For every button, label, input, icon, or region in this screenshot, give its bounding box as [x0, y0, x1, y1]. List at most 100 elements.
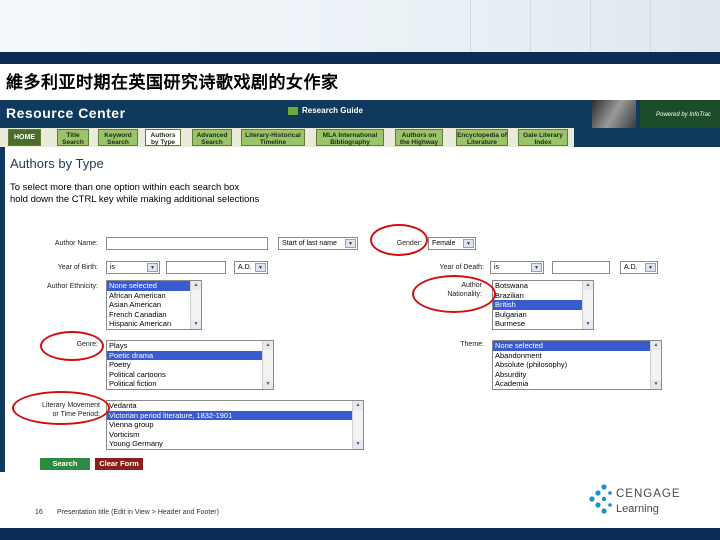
search-form: Authors by Type To select more than one …: [0, 147, 720, 472]
gender-select[interactable]: Female ▼: [428, 237, 476, 250]
list-item[interactable]: Young Germany: [107, 439, 363, 449]
scrollbar[interactable]: ▲ ▼: [352, 401, 363, 449]
list-item[interactable]: Botswana: [493, 281, 593, 291]
nav-authors-highway[interactable]: Authors on the Highway: [395, 129, 443, 146]
chevron-down-icon: ▼: [147, 263, 158, 272]
list-item[interactable]: Political cartoons: [107, 370, 273, 380]
search-button[interactable]: Search: [40, 458, 90, 470]
list-item[interactable]: Brazilian: [493, 291, 593, 301]
logo-sub: Learning: [616, 503, 659, 515]
nav-title-search[interactable]: Title Search: [57, 129, 89, 146]
instructions: To select more than one option within ea…: [10, 182, 259, 206]
scroll-down-icon: ▼: [583, 320, 593, 329]
birth-year-input[interactable]: [166, 261, 226, 274]
scroll-up-icon: ▲: [353, 401, 363, 410]
death-year-input[interactable]: [552, 261, 610, 274]
scroll-down-icon: ▼: [353, 440, 363, 449]
slide-title: 維多利亚时期在英国研究诗歌戏剧的女作家: [6, 73, 339, 93]
chevron-down-icon: ▼: [463, 239, 474, 248]
nav-bar: HOME Title Search Keyword Search Authors…: [0, 128, 574, 147]
nav-authors-by-type[interactable]: Authors by Type: [145, 129, 181, 146]
nav-encyclopedia[interactable]: Encyclopedia of Literature: [456, 129, 508, 146]
highlight-circle-gender: [370, 224, 428, 256]
scrollbar[interactable]: ▲ ▼: [262, 341, 273, 389]
app-header: Resource Center Research Guide Powered b…: [0, 100, 720, 128]
clear-form-button[interactable]: Clear Form: [95, 458, 143, 470]
birth-era-select[interactable]: A.D. ▼: [234, 261, 268, 274]
list-item[interactable]: Vedanta: [107, 401, 363, 411]
birth-year-label: Year of Birth:: [57, 264, 98, 271]
scrollbar[interactable]: ▲ ▼: [190, 281, 201, 329]
app-brand: Resource Center: [6, 105, 126, 121]
name-mode-select[interactable]: Start of last name ▼: [278, 237, 358, 250]
nav-bar-fill: [574, 128, 720, 147]
list-item[interactable]: African American: [107, 291, 201, 301]
list-item[interactable]: French Canadian: [107, 310, 201, 320]
scroll-up-icon: ▲: [263, 341, 273, 350]
left-sidebar-strip: [0, 147, 5, 472]
list-item[interactable]: Bulgarian: [493, 310, 593, 320]
list-item[interactable]: Absurdity: [493, 370, 661, 380]
list-item[interactable]: Hispanic American: [107, 319, 201, 329]
list-item[interactable]: British: [493, 300, 593, 310]
chevron-down-icon: ▼: [531, 263, 542, 272]
powered-by-badge: Powered by InfoTrac: [640, 100, 720, 128]
death-op-select[interactable]: is ▼: [490, 261, 544, 274]
scroll-up-icon: ▲: [583, 281, 593, 290]
nationality-list[interactable]: Botswana Brazilian British Bulgarian Bur…: [492, 280, 594, 330]
list-item[interactable]: Absolute (philosophy): [493, 360, 661, 370]
movement-list[interactable]: Vedanta Victorian period literature, 183…: [106, 400, 364, 450]
list-item[interactable]: Abandonment: [493, 351, 661, 361]
chevron-down-icon: ▼: [345, 239, 356, 248]
scrollbar[interactable]: ▲ ▼: [650, 341, 661, 389]
instruction-line-2: hold down the CTRL key while making addi…: [10, 194, 260, 205]
footer-text: Presentation title (Edit in View > Heade…: [57, 509, 219, 516]
theme-list[interactable]: None selected Abandonment Absolute (phil…: [492, 340, 662, 390]
nav-advanced-search[interactable]: Advanced Search: [192, 129, 232, 146]
scroll-down-icon: ▼: [191, 320, 201, 329]
scroll-down-icon: ▼: [651, 380, 661, 389]
death-era-select[interactable]: A.D. ▼: [620, 261, 658, 274]
ethnicity-label: Author Ethnicity:: [47, 283, 98, 290]
list-item[interactable]: Asian American: [107, 300, 201, 310]
research-guide-icon: [288, 106, 298, 115]
slide-bottom-bar: [0, 528, 720, 540]
list-item[interactable]: Plays: [107, 341, 273, 351]
page-number: 16: [35, 509, 43, 516]
theme-label: Theme:: [460, 341, 484, 348]
instruction-line-1: To select more than one option within ea…: [10, 182, 240, 193]
nav-mla-bibliography[interactable]: MLA International Bibliography: [316, 129, 384, 146]
slide: 維多利亚时期在英国研究诗歌戏剧的女作家 Resource Center Rese…: [0, 0, 720, 540]
nav-keyword-search[interactable]: Keyword Search: [98, 129, 138, 146]
author-name-label: Author Name:: [54, 240, 98, 247]
scroll-down-icon: ▼: [263, 380, 273, 389]
scroll-up-icon: ▲: [191, 281, 201, 290]
list-item[interactable]: Political fiction: [107, 379, 273, 389]
author-name-input[interactable]: [106, 237, 268, 250]
birth-op-select[interactable]: is ▼: [106, 261, 160, 274]
list-item[interactable]: Poetic drama: [107, 350, 273, 360]
highlight-circle-movement: [12, 391, 110, 425]
highlight-circle-nationality: [412, 275, 496, 313]
list-item[interactable]: Vorticism: [107, 430, 363, 440]
list-item[interactable]: Burmese: [493, 319, 593, 329]
research-guide-link[interactable]: Research Guide: [288, 106, 363, 115]
list-item[interactable]: None selected: [493, 341, 661, 351]
ethnicity-list[interactable]: None selected African American Asian Ame…: [106, 280, 202, 330]
genre-list[interactable]: Plays Poetic drama Poetry Political cart…: [106, 340, 274, 390]
page-heading: Authors by Type: [10, 156, 104, 171]
scrollbar[interactable]: ▲ ▼: [582, 281, 593, 329]
logo-name: CENGAGE: [616, 488, 681, 500]
slide-top-band: [0, 0, 720, 52]
list-item[interactable]: None selected: [107, 281, 201, 291]
list-item[interactable]: Poetry: [107, 360, 273, 370]
list-item[interactable]: Victorian period literature, 1832-1901: [107, 410, 363, 420]
list-item[interactable]: Academia: [493, 379, 661, 389]
scroll-up-icon: ▲: [651, 341, 661, 350]
screenshot-region: Resource Center Research Guide Powered b…: [0, 100, 720, 472]
nav-home[interactable]: HOME: [8, 129, 41, 146]
nav-timeline[interactable]: Literary-Historical Timeline: [241, 129, 305, 146]
nav-gale-index[interactable]: Gale Literary Index: [518, 129, 568, 146]
slide-header-bar: [0, 52, 720, 64]
list-item[interactable]: Vienna group: [107, 420, 363, 430]
